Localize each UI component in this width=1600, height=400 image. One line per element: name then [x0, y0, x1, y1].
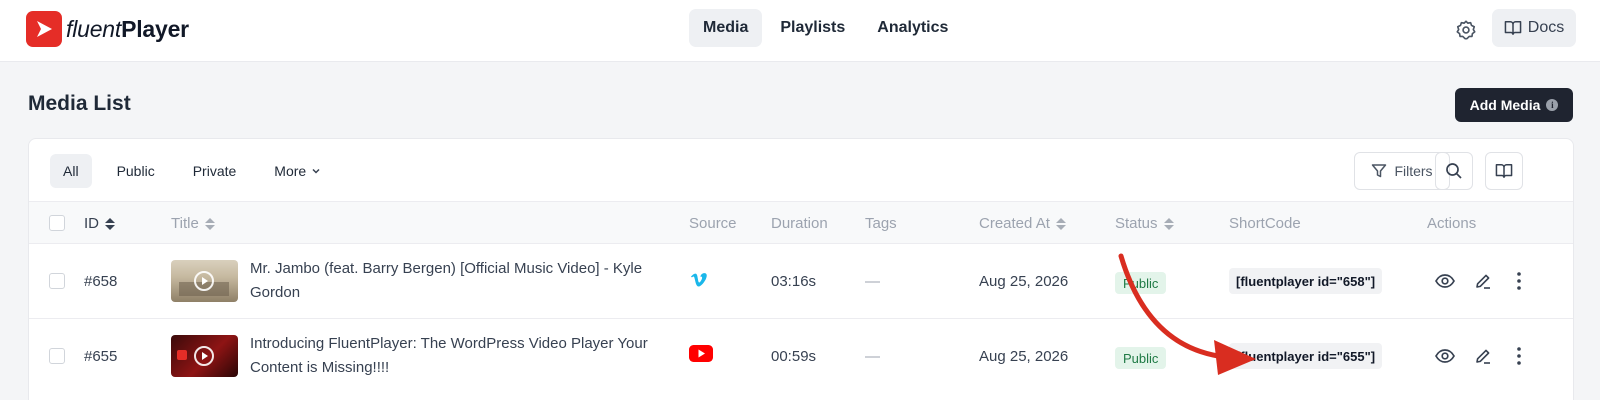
video-thumbnail[interactable] [171, 335, 238, 377]
main-nav: Media Playlists Analytics [689, 9, 966, 47]
column-header-created-at[interactable]: Created At [979, 202, 1066, 245]
view-eye-icon[interactable] [1434, 345, 1456, 367]
nav-playlists[interactable]: Playlists [766, 9, 859, 47]
add-media-button[interactable]: Add Media i [1455, 88, 1573, 122]
row-duration: 03:16s [771, 273, 817, 290]
edit-pencil-icon[interactable] [1472, 345, 1494, 367]
column-header-actions: Actions [1427, 215, 1477, 232]
column-header-shortcode: ShortCode [1229, 215, 1301, 232]
docs-button[interactable]: Docs [1492, 9, 1576, 47]
more-vertical-icon[interactable] [1508, 345, 1530, 367]
media-list-card: All Public Private More Filters ID Title… [28, 138, 1574, 400]
chevron-down-icon [312, 168, 320, 174]
row-checkbox[interactable] [49, 273, 65, 289]
logo-text-suffix: Player [121, 15, 189, 42]
vimeo-icon [689, 270, 709, 290]
column-header-status-label: Status [1115, 215, 1158, 232]
column-guide-button[interactable] [1485, 152, 1523, 190]
status-badge: Public [1115, 347, 1167, 369]
play-icon [194, 346, 214, 366]
logo-text-prefix: fluent [66, 15, 122, 42]
search-icon [1446, 163, 1462, 179]
column-header-source: Source [689, 215, 737, 232]
column-header-title[interactable]: Title [171, 202, 215, 245]
column-header-id[interactable]: ID [84, 202, 115, 245]
row-title[interactable]: Mr. Jambo (feat. Barry Bergen) [Official… [250, 257, 660, 305]
youtube-icon [689, 345, 713, 362]
logo-play-icon [26, 11, 62, 47]
table-row: #655 Introducing FluentPlayer: The WordP… [29, 319, 1573, 394]
view-eye-icon[interactable] [1434, 270, 1456, 292]
edit-pencil-icon[interactable] [1472, 270, 1494, 292]
status-badge: Public [1115, 272, 1167, 294]
column-header-created-at-label: Created At [979, 215, 1050, 232]
nav-analytics[interactable]: Analytics [863, 9, 962, 47]
column-header-id-label: ID [84, 215, 99, 232]
select-all-checkbox[interactable] [49, 215, 65, 231]
row-created-at: Aug 25, 2026 [979, 348, 1069, 365]
tab-more-label: More [274, 163, 307, 179]
row-duration: 00:59s [771, 348, 817, 365]
sort-icon [1163, 217, 1174, 230]
row-tags: — [865, 348, 880, 365]
tab-all[interactable]: All [50, 154, 92, 188]
status-tabs: All Public Private More [50, 154, 346, 188]
column-header-duration: Duration [771, 215, 828, 232]
shortcode-copy[interactable]: [fluentplayer id="655"] [1229, 343, 1383, 369]
table-row: #658 Mr. Jambo (feat. Barry Bergen) [Off… [29, 244, 1573, 319]
tab-more[interactable]: More [261, 154, 334, 188]
logo-text: fluentPlayer [66, 16, 189, 43]
search-button[interactable] [1435, 152, 1473, 190]
nav-media[interactable]: Media [689, 9, 763, 47]
filters-label: Filters [1394, 163, 1433, 179]
app-logo[interactable]: fluentPlayer [26, 11, 189, 47]
column-header-title-label: Title [171, 215, 199, 232]
page-title: Media List [28, 92, 131, 115]
more-vertical-icon[interactable] [1508, 270, 1530, 292]
docs-label: Docs [1527, 19, 1565, 36]
tab-public[interactable]: Public [104, 154, 168, 188]
book-icon [1504, 21, 1522, 35]
settings-gear-icon[interactable] [1451, 15, 1481, 45]
row-title[interactable]: Introducing FluentPlayer: The WordPress … [250, 332, 660, 380]
shortcode-copy[interactable]: [fluentplayer id="658"] [1229, 268, 1383, 294]
video-thumbnail[interactable] [171, 260, 238, 302]
column-header-tags: Tags [865, 215, 897, 232]
play-icon [194, 271, 214, 291]
row-id: #655 [84, 348, 118, 365]
row-tags: — [865, 273, 880, 290]
sort-icon [105, 217, 115, 230]
table-header: ID Title Source Duration Tags Created At… [29, 201, 1573, 244]
sort-icon [204, 217, 215, 230]
row-checkbox[interactable] [49, 348, 65, 364]
row-id: #658 [84, 273, 118, 290]
add-media-label: Add Media [1469, 97, 1541, 113]
column-header-status[interactable]: Status [1115, 202, 1174, 245]
tab-private[interactable]: Private [180, 154, 250, 188]
sort-icon [1055, 217, 1066, 230]
top-bar: fluentPlayer Media Playlists Analytics D… [0, 0, 1600, 62]
info-icon: i [1546, 99, 1559, 111]
filter-funnel-icon [1372, 164, 1387, 178]
book-icon [1495, 164, 1513, 178]
row-created-at: Aug 25, 2026 [979, 273, 1069, 290]
